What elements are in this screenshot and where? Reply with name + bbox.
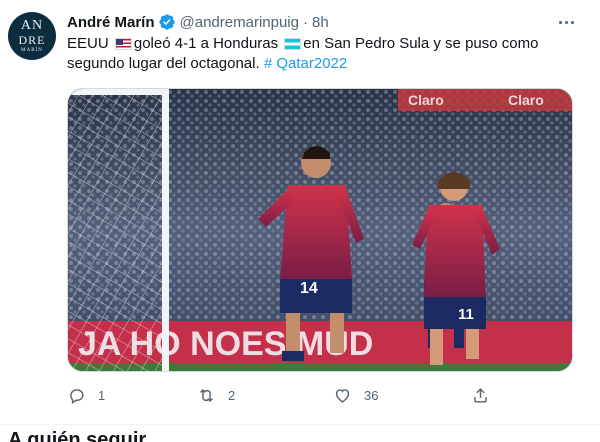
retweet-icon bbox=[200, 388, 213, 402]
separator-dot: · bbox=[302, 13, 308, 31]
hashtag-link[interactable]: # Qatar2022 bbox=[264, 55, 347, 72]
reply-button[interactable]: 1 bbox=[67, 386, 105, 405]
us-flag-icon bbox=[114, 38, 132, 50]
like-count: 36 bbox=[364, 387, 379, 403]
tweet-card[interactable]: AN DRE MARÍN André Marín @andremarinpuig… bbox=[0, 0, 600, 425]
more-options-icon[interactable] bbox=[556, 14, 576, 30]
retweet-count: 2 bbox=[228, 387, 236, 403]
tweet-text-part-1: EEUU bbox=[67, 35, 109, 52]
tweet-text-part-2: goleó 4-1 a Honduras bbox=[133, 35, 279, 52]
player-number-left: 14 bbox=[300, 280, 318, 297]
goal-net bbox=[68, 89, 168, 371]
tweet-header: André Marín @andremarinpuig · 8h bbox=[67, 12, 329, 32]
goal-post bbox=[162, 89, 169, 371]
reply-icon bbox=[70, 388, 84, 404]
photo-scene: Claro Claro JA HO NOES MUD 17 bbox=[68, 89, 572, 371]
like-button[interactable]: 36 bbox=[333, 386, 378, 405]
tweet-timestamp[interactable]: 8h bbox=[312, 14, 329, 31]
retweet-button[interactable]: 2 bbox=[197, 386, 235, 405]
tweet-text: EEUU goleó 4-1 a Honduras en San Pedro S… bbox=[67, 34, 547, 74]
avatar-text-3: MARÍN bbox=[21, 48, 43, 53]
banner-left-text: Claro bbox=[408, 92, 444, 108]
heart-icon bbox=[335, 388, 350, 403]
share-icon bbox=[474, 387, 487, 403]
tweet-photo[interactable]: Claro Claro JA HO NOES MUD 17 bbox=[67, 88, 573, 372]
honduras-flag-icon bbox=[284, 38, 302, 50]
banner-right-text: Claro bbox=[508, 92, 544, 108]
avatar-text-1: AN bbox=[20, 18, 44, 33]
author-handle[interactable]: @andremarinpuig bbox=[180, 14, 299, 31]
author-name[interactable]: André Marín bbox=[67, 14, 155, 31]
avatar[interactable]: AN DRE MARÍN bbox=[8, 12, 56, 60]
who-to-follow-heading: A quién seguir bbox=[8, 429, 147, 442]
reply-count: 1 bbox=[98, 387, 106, 403]
share-button[interactable] bbox=[471, 386, 502, 405]
verified-badge-icon bbox=[158, 14, 175, 30]
avatar-text-2: DRE bbox=[18, 33, 46, 47]
player-number-right: 11 bbox=[458, 306, 474, 323]
tweet-actions: 1 2 36 bbox=[67, 383, 507, 407]
